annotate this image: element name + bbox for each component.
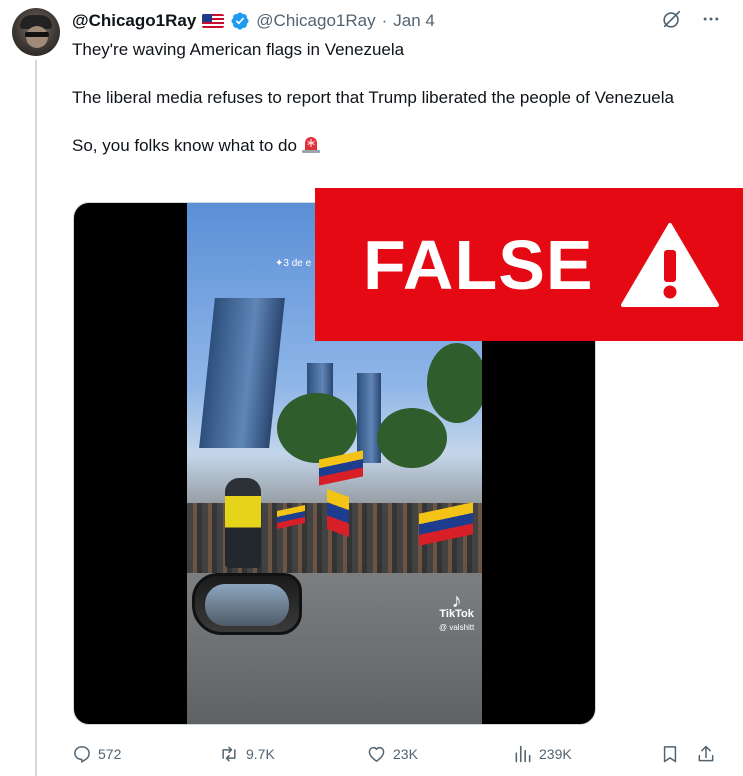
traffic-officer [225, 478, 261, 568]
grok-icon[interactable] [661, 8, 683, 30]
verified-badge-icon[interactable] [230, 11, 250, 31]
like-count: 23K [393, 746, 418, 762]
repost-button[interactable]: 9.7K [218, 740, 275, 768]
tweet-line-2: The liberal media refuses to report that… [72, 88, 674, 107]
warning-icon [621, 223, 719, 307]
venezuela-flag [327, 488, 349, 538]
tweet-line-1: They're waving American flags in Venezue… [72, 40, 405, 59]
false-verdict-banner: FALSE [315, 188, 743, 341]
views-button[interactable]: 239K [513, 740, 572, 768]
tweet-header: @Chicago1Ray @Chicago1Ray · Jan 4 [72, 10, 435, 32]
car-mirror [192, 573, 302, 635]
siren-emoji-icon [301, 137, 320, 153]
reply-button[interactable]: 572 [72, 740, 121, 768]
tweet-text: They're waving American flags in Venezue… [72, 38, 712, 182]
us-flag-icon [202, 14, 225, 28]
avatar[interactable] [12, 8, 60, 56]
views-chart-icon [515, 745, 531, 763]
video-overlay-date: ✦3 de e [275, 258, 312, 269]
office-tower [199, 298, 285, 448]
separator: · [381, 11, 388, 30]
tiktok-logo-icon: ♪ [451, 590, 462, 612]
tiktok-brand: TikTok [439, 608, 474, 620]
header-actions [661, 8, 721, 30]
share-icon [698, 745, 714, 762]
tree [427, 343, 482, 423]
like-button[interactable]: 23K [366, 740, 418, 768]
post-date[interactable]: Jan 4 [393, 11, 435, 31]
thread-line [35, 60, 37, 776]
views-count: 239K [539, 746, 572, 762]
verdict-label: FALSE [363, 226, 594, 304]
more-icon[interactable] [701, 9, 721, 29]
handle[interactable]: @Chicago1Ray [256, 11, 375, 31]
share-button[interactable] [696, 740, 716, 768]
reply-count: 572 [98, 746, 122, 762]
bookmark-button[interactable] [660, 740, 680, 768]
bookmark-icon [663, 746, 677, 763]
repost-count: 9.7K [246, 746, 275, 762]
tree [377, 408, 447, 468]
action-bar: 572 9.7K 23K 239K [72, 740, 722, 768]
heart-icon [368, 746, 385, 762]
tweet-line-3: So, you folks know what to do [72, 134, 712, 158]
tiktok-user: @ valshitt [439, 623, 475, 632]
repost-icon [222, 746, 236, 762]
reply-icon [74, 746, 90, 763]
tree [277, 393, 357, 463]
tiktok-watermark: ♪ TikTok @ valshitt [439, 590, 475, 634]
display-name[interactable]: @Chicago1Ray [72, 11, 196, 31]
office-tower [357, 373, 381, 463]
